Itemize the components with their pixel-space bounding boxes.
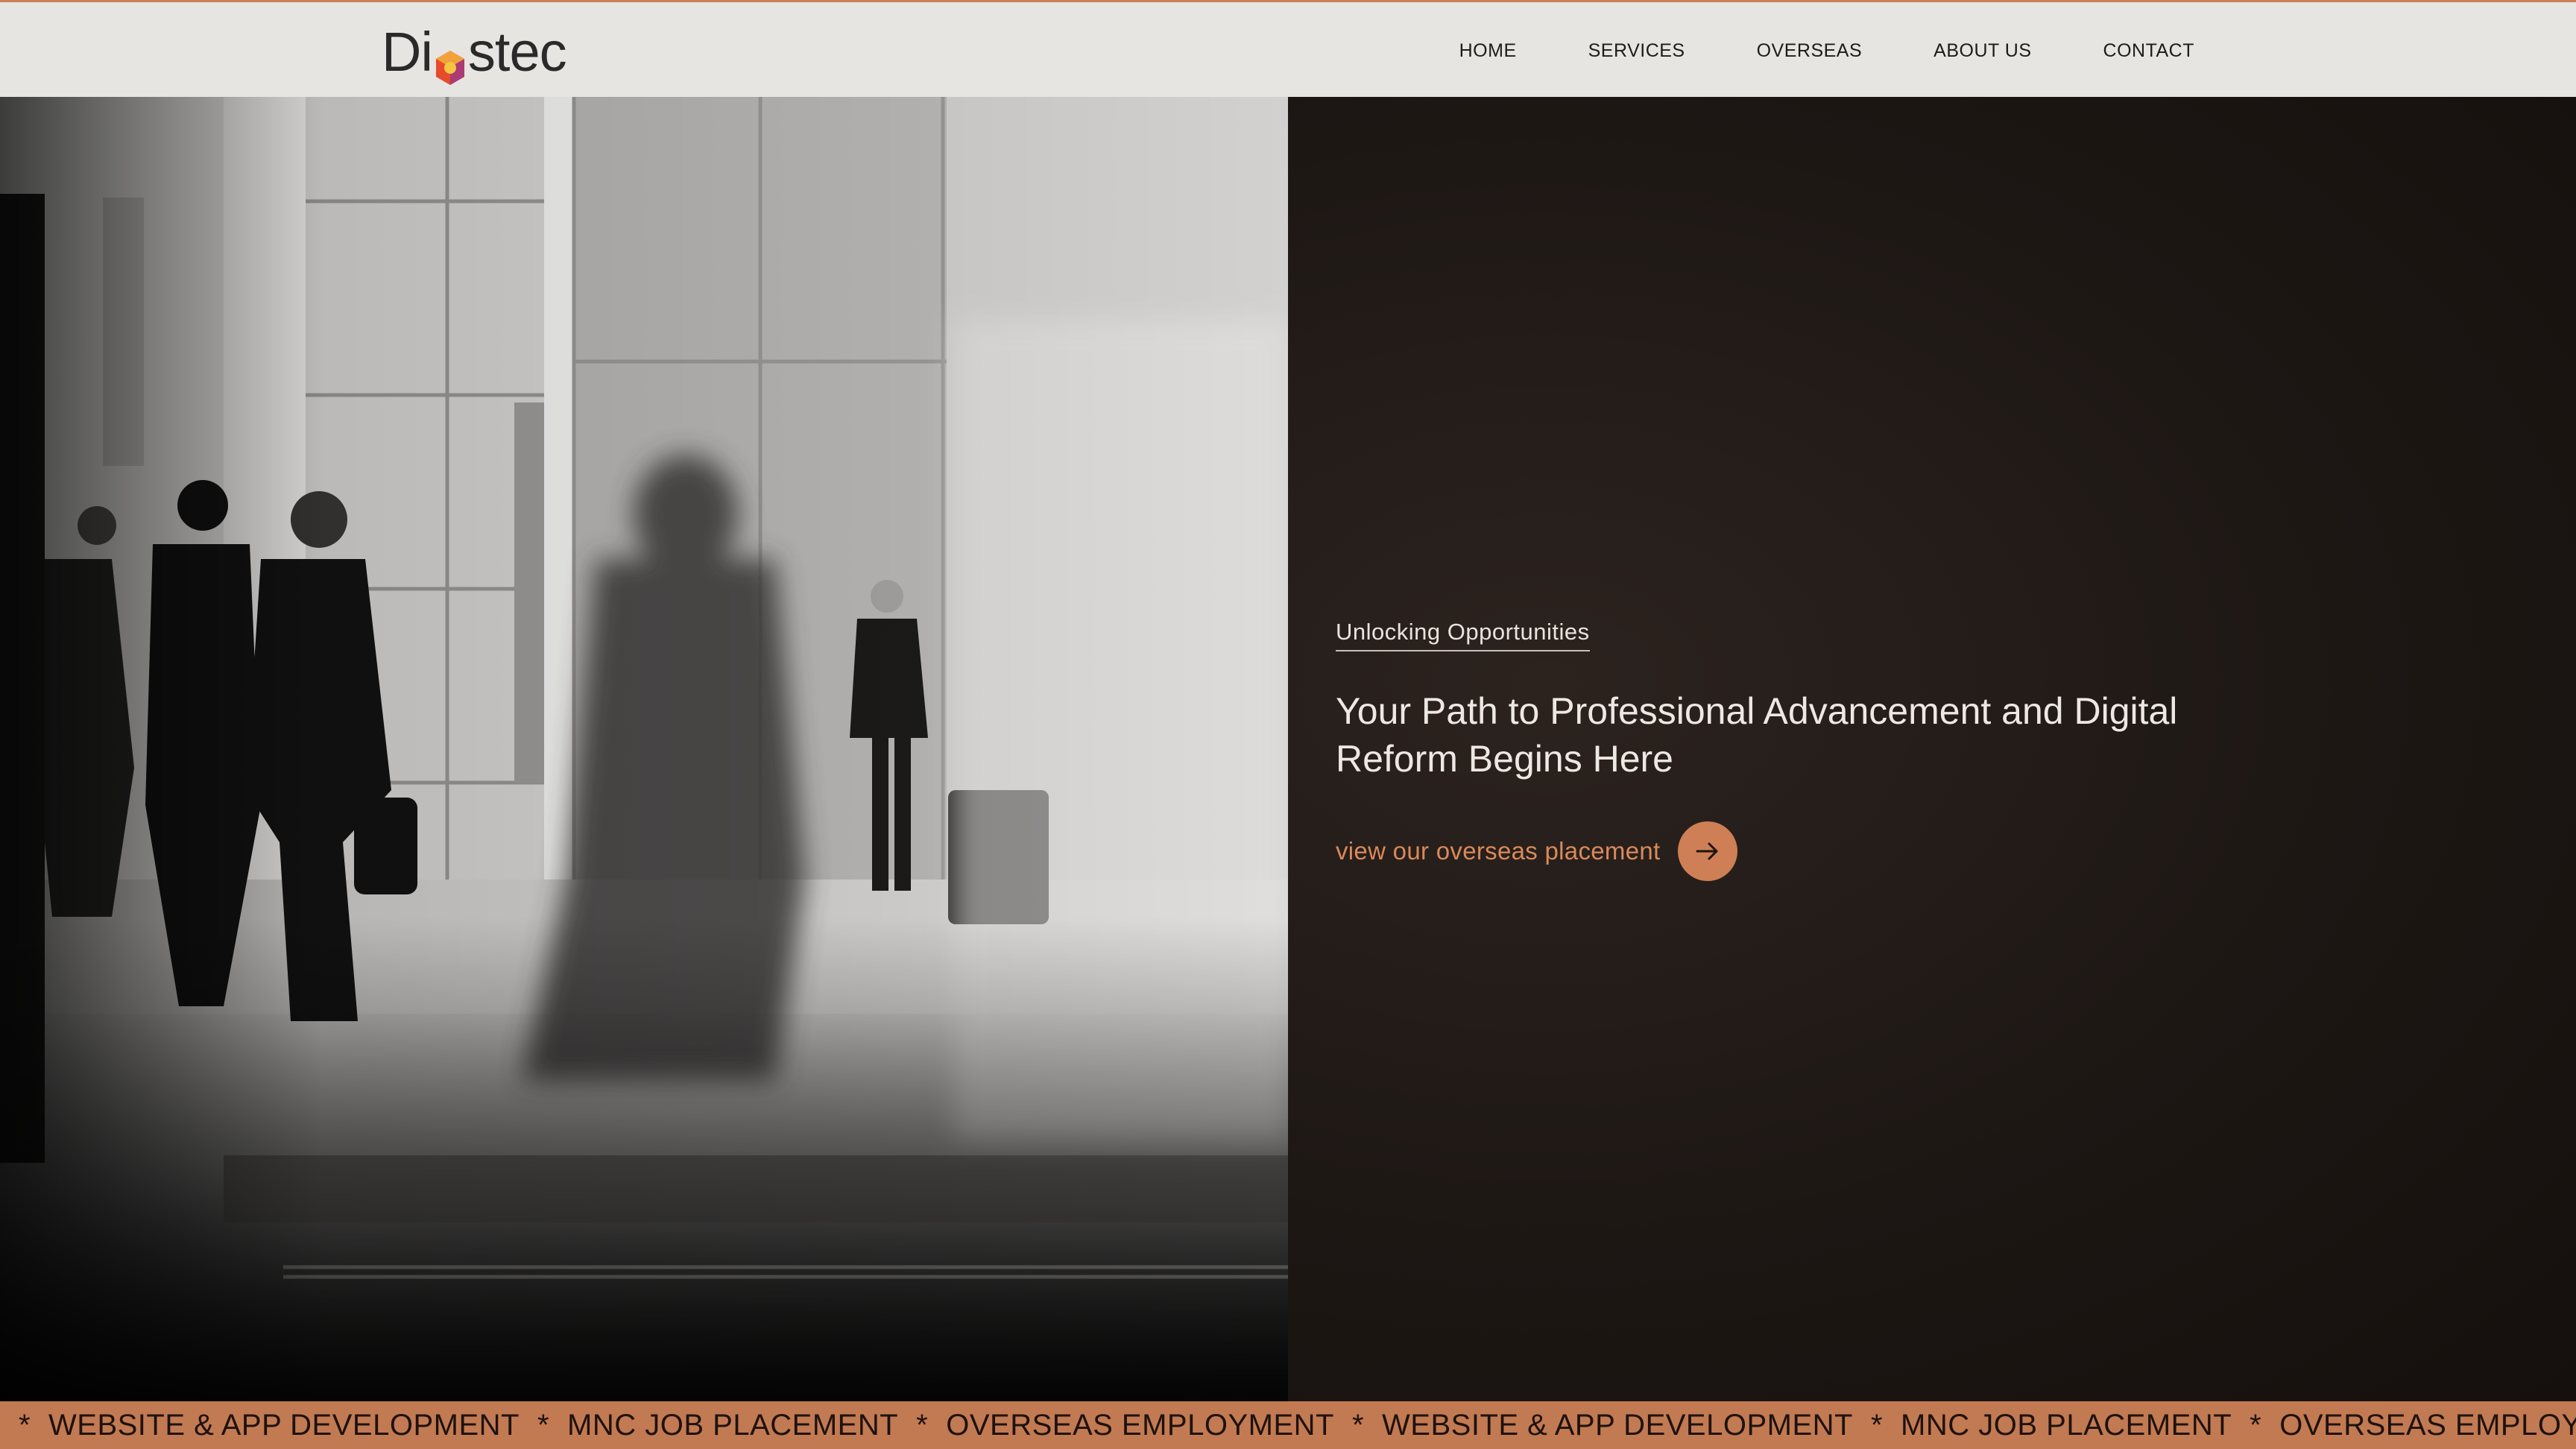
marquee-item: OVERSEAS EMPLOYMENT <box>2279 1408 2576 1442</box>
services-marquee: T * WEBSITE & APP DEVELOPMENT * MNC JOB … <box>0 1401 2576 1449</box>
marquee-item: MNC JOB PLACEMENT <box>1901 1408 2232 1442</box>
hero-headline: Your Path to Professional Advancement an… <box>1336 690 2178 780</box>
page: Di stec HOME SERVICES OVERSEAS ABOUT US … <box>0 0 2576 1449</box>
marquee-track: T * WEBSITE & APP DEVELOPMENT * MNC JOB … <box>0 1401 2576 1449</box>
marquee-item: WEBSITE & APP DEVELOPMENT <box>1382 1408 1853 1442</box>
hero-panel: Unlocking Opportunities Your Path to Pro… <box>1288 97 2576 1401</box>
marquee-item: MNC JOB PLACEMENT <box>567 1408 899 1442</box>
hero-photo <box>0 97 1288 1401</box>
nav-home[interactable]: HOME <box>1459 40 1517 62</box>
marquee-separator: * <box>18 1408 31 1442</box>
marquee-separator: * <box>1870 1408 1884 1442</box>
brand-logo[interactable]: Di stec <box>382 20 567 85</box>
hero-eyebrow: Unlocking Opportunities <box>1336 619 1590 651</box>
nav-overseas[interactable]: OVERSEAS <box>1757 40 1863 62</box>
arrow-right-icon[interactable] <box>1678 821 1738 881</box>
nav-contact[interactable]: CONTACT <box>2103 40 2194 62</box>
overseas-placement-link[interactable]: view our overseas placement <box>1336 821 1738 881</box>
nav-about-us[interactable]: ABOUT US <box>1933 40 2031 62</box>
cta-label: view our overseas placement <box>1336 837 1661 865</box>
logo-text-right: stec <box>467 20 567 83</box>
marquee-separator: * <box>2250 1408 2262 1442</box>
logo-text-left: Di <box>382 20 433 83</box>
hexagon-logo-icon <box>434 36 467 85</box>
marquee-item: OVERSEAS EMPLOYMENT <box>946 1408 1334 1442</box>
marquee-item: T <box>0 1409 1 1442</box>
marquee-item: WEBSITE & APP DEVELOPMENT <box>48 1408 520 1442</box>
main-nav: HOME SERVICES OVERSEAS ABOUT US CONTACT <box>1459 2 2194 99</box>
marquee-separator: * <box>916 1408 929 1442</box>
site-header: Di stec HOME SERVICES OVERSEAS ABOUT US … <box>0 0 2576 97</box>
marquee-separator: * <box>1351 1408 1365 1442</box>
nav-services[interactable]: SERVICES <box>1588 40 1685 62</box>
marquee-separator: * <box>537 1408 550 1442</box>
